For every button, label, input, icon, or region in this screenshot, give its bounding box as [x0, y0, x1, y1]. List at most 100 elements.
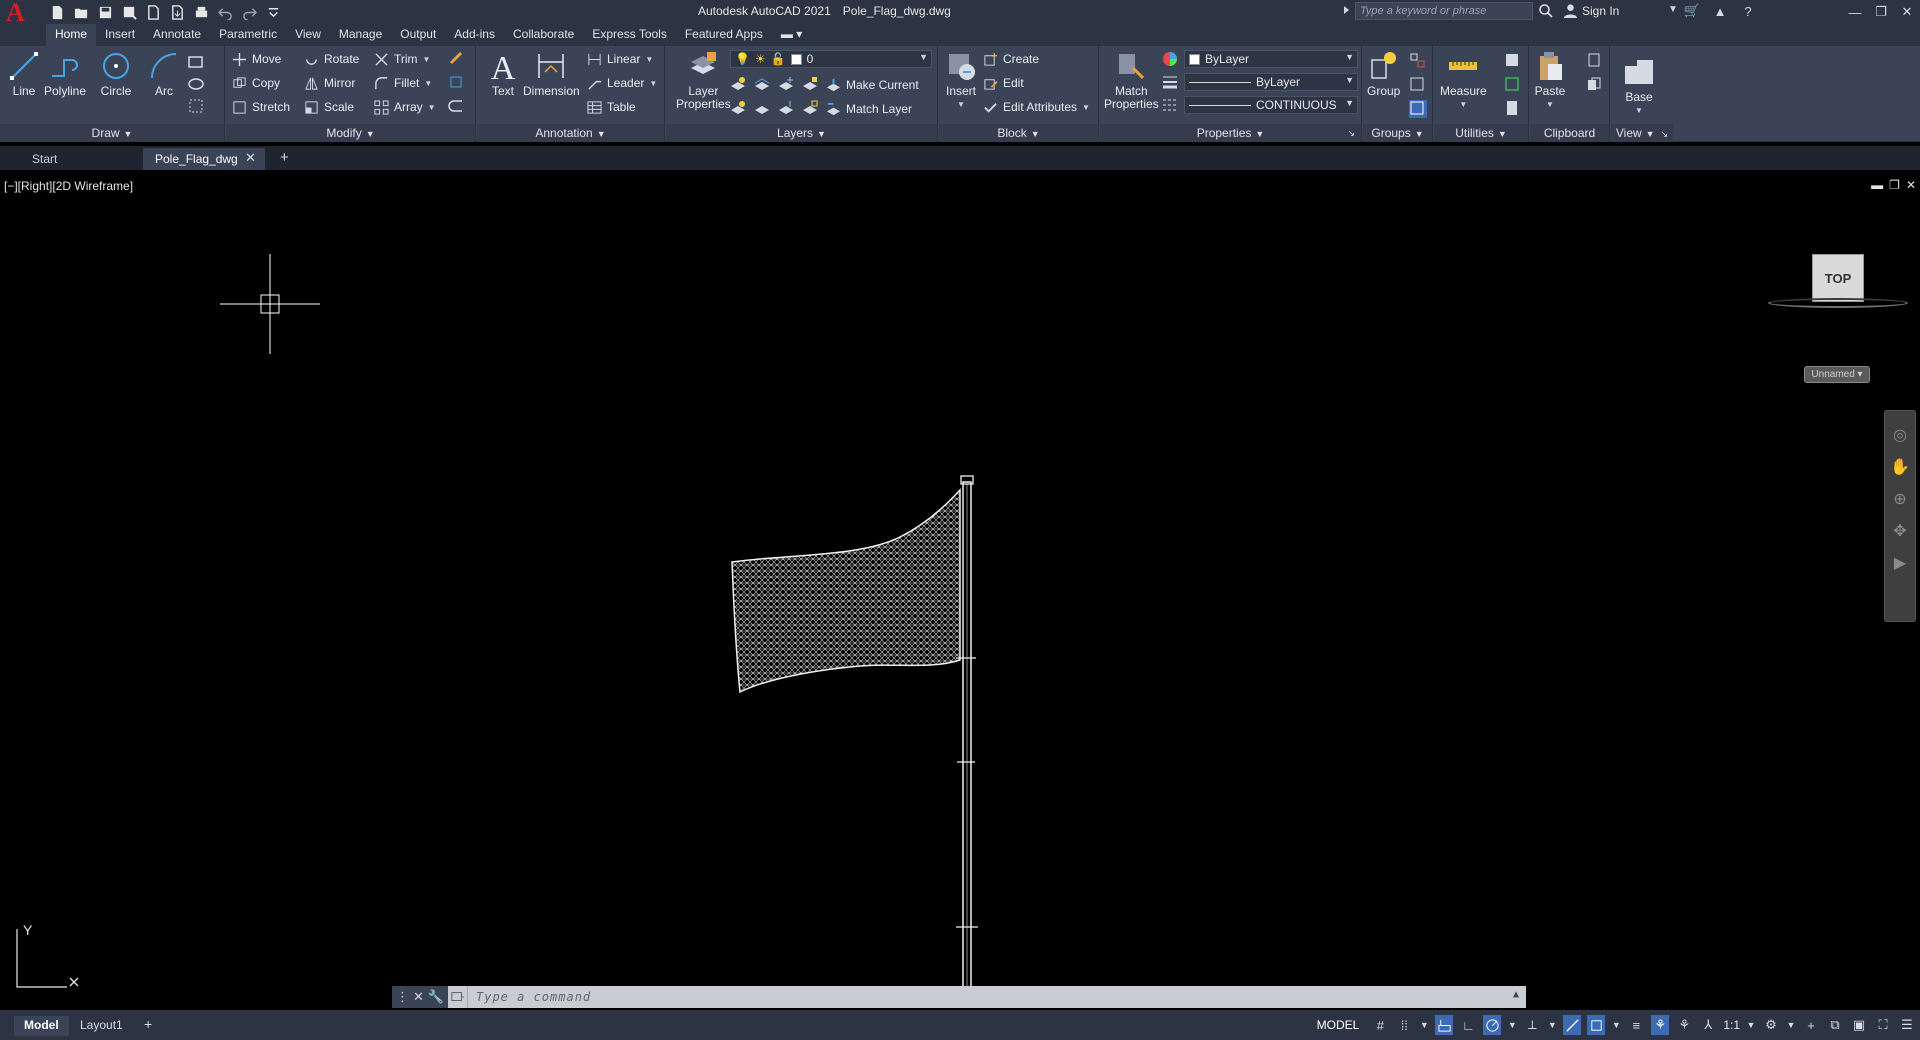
close-tab-icon[interactable]: ✕: [245, 150, 256, 166]
grid-icon[interactable]: #: [1371, 1015, 1389, 1035]
region-icon[interactable]: [188, 98, 206, 116]
orbit-icon[interactable]: ✥: [1893, 521, 1906, 541]
copy-button[interactable]: Copy: [232, 74, 280, 92]
clean-screen-icon[interactable]: ⛶: [1874, 1015, 1892, 1035]
fillet-button[interactable]: Fillet ▼: [374, 74, 432, 92]
calculator-icon[interactable]: [1504, 100, 1522, 118]
rotate-button[interactable]: Rotate: [304, 50, 359, 68]
help-icon[interactable]: ?: [1739, 2, 1757, 20]
sign-in-dropdown-icon[interactable]: ▼: [1668, 4, 1678, 15]
command-input[interactable]: Type a command ▲: [468, 986, 1526, 1008]
tab-express-tools[interactable]: Express Tools: [583, 24, 675, 46]
customization-menu-icon[interactable]: ☰: [1898, 1015, 1916, 1035]
plot-icon[interactable]: [192, 3, 210, 21]
quick-select-icon[interactable]: [1504, 76, 1522, 94]
id-point-icon[interactable]: [1504, 52, 1522, 70]
isolate-objects-icon[interactable]: ⧉: [1826, 1015, 1844, 1035]
ribbon-options-icon[interactable]: ▬ ▾: [772, 24, 811, 46]
tab-view[interactable]: View: [286, 24, 330, 46]
group-button[interactable]: Group: [1367, 50, 1400, 98]
tab-output[interactable]: Output: [391, 24, 445, 46]
match-properties-button[interactable]: Match Properties: [1104, 50, 1159, 111]
new-tab-icon[interactable]: +: [280, 149, 289, 166]
move-button[interactable]: Move: [232, 50, 281, 68]
viewport-close-icon[interactable]: ✕: [1906, 178, 1916, 192]
tab-annotate[interactable]: Annotate: [144, 24, 210, 46]
layer-dropdown[interactable]: 💡 ☀ 🔓 0 ▼: [730, 50, 932, 68]
sign-in-button[interactable]: Sign In: [1563, 3, 1619, 18]
command-history-icon[interactable]: ▲: [1513, 989, 1520, 1000]
annotation-scale-value[interactable]: 1:1: [1723, 1018, 1740, 1032]
group-edit-icon[interactable]: [1409, 76, 1427, 94]
mirror-button[interactable]: Mirror: [304, 74, 355, 92]
zoom-extents-icon[interactable]: ⊕: [1893, 489, 1906, 509]
arc-button[interactable]: Arc: [148, 50, 180, 98]
polyline-button[interactable]: Polyline: [44, 50, 86, 98]
object-snap-icon[interactable]: [1587, 1015, 1606, 1035]
hatch-icon[interactable]: [188, 76, 206, 94]
autocad-logo-icon[interactable]: A: [6, 0, 25, 26]
tab-manage[interactable]: Manage: [330, 24, 391, 46]
graphics-performance-icon[interactable]: ▣: [1850, 1015, 1868, 1035]
wcs-menu[interactable]: Unnamed ▾: [1804, 366, 1870, 383]
tab-add-ins[interactable]: Add-ins: [445, 24, 504, 46]
snap-dropdown-icon[interactable]: ▼: [1419, 1015, 1429, 1035]
groups-panel-label[interactable]: Groups ▼: [1363, 124, 1432, 142]
layer-properties-button[interactable]: Layer Properties: [676, 50, 731, 111]
annotation-visibility-icon[interactable]: ⚘: [1651, 1015, 1670, 1035]
search-expand-icon[interactable]: [1344, 6, 1349, 14]
tab-parametric[interactable]: Parametric: [210, 24, 286, 46]
block-panel-label[interactable]: Block ▼: [939, 124, 1098, 142]
save-icon[interactable]: [96, 3, 114, 21]
save-as-icon[interactable]: [120, 3, 138, 21]
stretch-button[interactable]: Stretch: [232, 98, 290, 116]
layers-panel-label[interactable]: Layers ▼: [666, 124, 937, 142]
showmotion-icon[interactable]: ▶: [1894, 553, 1906, 573]
create-block-button[interactable]: Create: [983, 50, 1039, 68]
offset-icon[interactable]: [448, 98, 466, 116]
save-web-icon[interactable]: [168, 3, 186, 21]
drawing-viewport[interactable]: [−][Right][2D Wireframe] ▬ ❐ ✕ TOP Unnam…: [0, 172, 1920, 1010]
viewcube-top-face[interactable]: TOP: [1812, 254, 1864, 302]
close-command-line-icon[interactable]: ✕: [413, 989, 424, 1005]
leader-button[interactable]: Leader ▼: [587, 74, 657, 92]
view-panel-label[interactable]: View ▼ ↘: [1611, 124, 1673, 142]
help-search-input[interactable]: Type a keyword or phrase: [1355, 2, 1533, 20]
rectangle-icon[interactable]: [188, 54, 206, 72]
minimize-icon[interactable]: —: [1842, 0, 1868, 24]
scale-button[interactable]: Scale: [304, 98, 354, 116]
grip-icon[interactable]: ⋮: [396, 989, 409, 1005]
customize-command-icon[interactable]: 🔧: [428, 989, 444, 1005]
layer-lock-tool-icon[interactable]: [802, 76, 820, 94]
linetype-icon[interactable]: [1162, 97, 1180, 115]
base-button[interactable]: Base ▼: [1623, 56, 1655, 117]
workspace-dropdown-icon[interactable]: ▼: [1786, 1015, 1796, 1035]
layer-isolate-icon[interactable]: [754, 76, 772, 94]
match-layer-button[interactable]: Match Layer: [826, 100, 912, 118]
layout1-tab[interactable]: Layout1: [70, 1016, 133, 1036]
polar-dropdown-icon[interactable]: ▼: [1507, 1015, 1517, 1035]
array-button[interactable]: Array ▼: [374, 98, 436, 116]
trim-button[interactable]: Trim ▼: [374, 50, 430, 68]
restore-icon[interactable]: ❐: [1868, 0, 1894, 24]
viewcube[interactable]: TOP: [1768, 254, 1908, 314]
viewport-controls-label[interactable]: [−][Right][2D Wireframe]: [4, 179, 133, 193]
layer-thaw-icon[interactable]: [778, 100, 796, 118]
layer-freeze-tool-icon[interactable]: [778, 76, 796, 94]
close-icon[interactable]: ✕: [1894, 0, 1920, 24]
new-layout-icon[interactable]: +: [134, 1014, 162, 1034]
dimension-button[interactable]: Dimension: [523, 50, 580, 98]
tab-collaborate[interactable]: Collaborate: [504, 24, 583, 46]
layer-on-tool-icon[interactable]: [730, 100, 748, 118]
model-space-toggle[interactable]: MODEL: [1311, 1018, 1366, 1032]
annotation-panel-label[interactable]: Annotation ▼: [477, 124, 664, 142]
ortho-icon[interactable]: ∟: [1459, 1015, 1477, 1035]
color-wheel-icon[interactable]: [1162, 51, 1180, 69]
draw-panel-label[interactable]: Draw ▼: [0, 124, 224, 142]
isodraft-dropdown-icon[interactable]: ▼: [1547, 1015, 1557, 1035]
ungroup-icon[interactable]: [1409, 52, 1427, 70]
explode-icon[interactable]: [448, 74, 466, 92]
linetype-dropdown[interactable]: CONTINUOUS ▼: [1184, 96, 1358, 114]
isodraft-icon[interactable]: ⟂: [1523, 1015, 1541, 1035]
tab-insert[interactable]: Insert: [96, 24, 144, 46]
